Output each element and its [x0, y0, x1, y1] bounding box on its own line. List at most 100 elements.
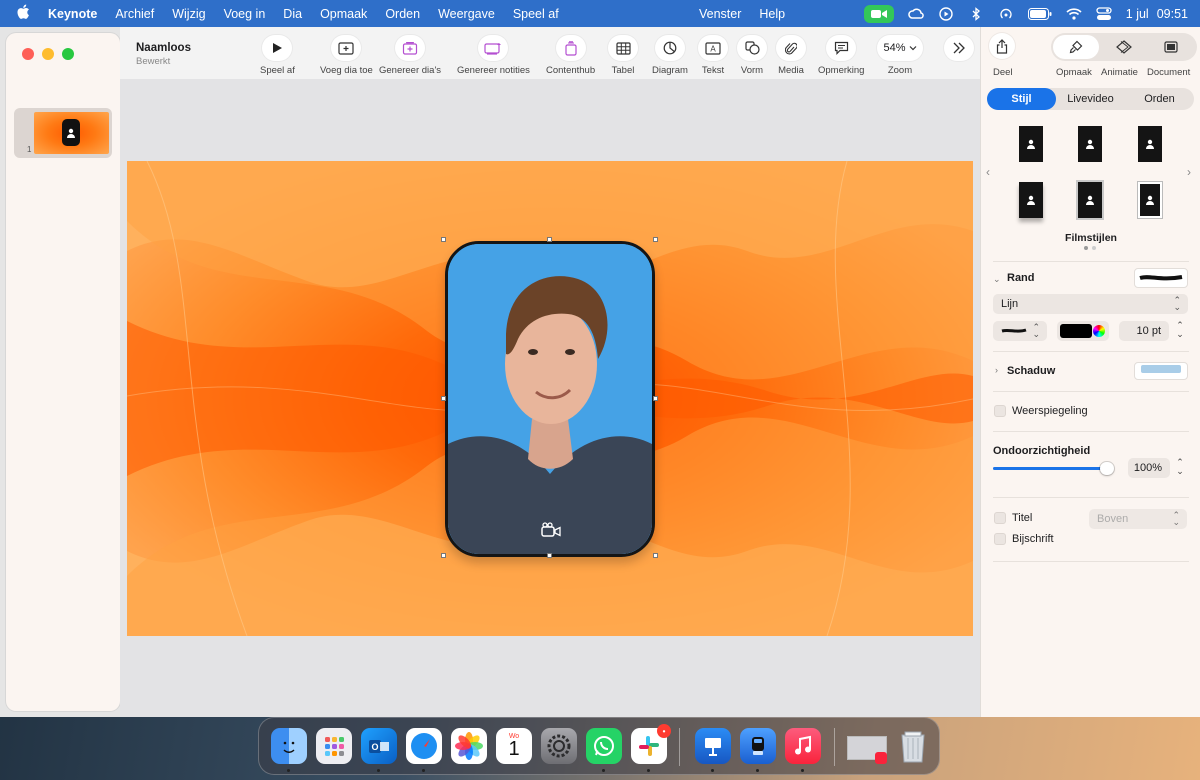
title-position-select[interactable]: Boven ⌃ ⌄ — [1089, 509, 1187, 529]
border-preview[interactable] — [1134, 268, 1188, 288]
border-width-stepper[interactable]: ⌃ ⌄ — [1173, 321, 1187, 339]
tab-stijl[interactable]: Stijl — [987, 88, 1056, 110]
contenthub-button[interactable]: Contenthub — [546, 35, 595, 76]
menu-orden[interactable]: Orden — [385, 7, 420, 21]
selection-handle-bottom[interactable] — [547, 553, 552, 558]
border-width-field[interactable]: 10 pt — [1119, 321, 1169, 341]
generate-slides-button[interactable]: Genereer dia's — [379, 35, 441, 76]
shape-button[interactable]: Vorm — [737, 35, 767, 76]
fullscreen-window-button[interactable] — [62, 48, 74, 60]
share-button[interactable] — [989, 33, 1015, 59]
menu-app-name[interactable]: Keynote — [48, 7, 97, 21]
whatsapp-icon[interactable] — [586, 728, 622, 764]
safari-icon[interactable] — [406, 728, 442, 764]
generate-notes-button[interactable]: Genereer notities — [457, 35, 530, 76]
slack-icon[interactable]: • — [631, 724, 671, 764]
chevron-down-icon[interactable]: ⌄ — [993, 274, 1001, 285]
calendar-icon[interactable]: Wo 1 — [496, 728, 532, 764]
close-window-button[interactable] — [22, 48, 34, 60]
trash-icon[interactable] — [895, 728, 931, 764]
reflection-checkbox[interactable] — [994, 405, 1006, 417]
menu-venster[interactable]: Venster — [699, 7, 741, 21]
menu-help[interactable]: Help — [759, 7, 785, 21]
table-button[interactable]: Tabel — [608, 35, 638, 76]
selection-handle-top[interactable] — [547, 237, 552, 242]
format-mode-button[interactable] — [1053, 35, 1099, 59]
wifi-icon[interactable] — [1066, 6, 1082, 22]
play-button[interactable]: Speel af — [260, 35, 295, 76]
tab-orden[interactable]: Orden — [1125, 88, 1194, 110]
tab-livevideo[interactable]: Livevideo — [1056, 88, 1125, 110]
opacity-slider[interactable] — [993, 462, 1114, 475]
live-video-portrait[interactable] — [445, 241, 655, 557]
bluetooth-icon[interactable] — [968, 6, 984, 22]
opacity-slider-knob[interactable] — [1100, 462, 1114, 475]
comment-button[interactable]: Opmerking — [818, 35, 864, 76]
slide-canvas[interactable] — [120, 79, 980, 717]
menu-opmaak[interactable]: Opmaak — [320, 7, 367, 21]
caption-checkbox[interactable] — [994, 533, 1006, 545]
slide-thumbnail-image[interactable] — [34, 112, 109, 154]
text-button[interactable]: A Tekst — [698, 35, 728, 76]
opacity-stepper[interactable]: ⌃ ⌄ — [1173, 458, 1187, 476]
finder-icon[interactable] — [271, 728, 307, 764]
zoom-control[interactable]: 54% Zoom — [877, 35, 923, 76]
caption-label[interactable]: Bijschrift — [1012, 533, 1054, 545]
control-center-icon[interactable] — [1096, 6, 1112, 22]
music-icon[interactable] — [785, 728, 821, 764]
selection-handle-top-right[interactable] — [653, 237, 658, 242]
airdrop-icon[interactable] — [998, 6, 1014, 22]
style-preset-3[interactable] — [1138, 126, 1162, 162]
selection-handle-left[interactable] — [441, 396, 446, 401]
battery-icon[interactable] — [1027, 6, 1052, 22]
menubar-time[interactable]: 09:51 — [1157, 7, 1188, 21]
chevron-right-icon[interactable]: › — [995, 365, 998, 375]
marker-icon[interactable] — [740, 728, 776, 764]
outlook-icon[interactable]: O — [361, 728, 397, 764]
photos-icon[interactable] — [451, 728, 487, 764]
facetime-icon[interactable] — [863, 4, 894, 23]
apple-menu-icon[interactable] — [16, 4, 32, 23]
opacity-field[interactable]: 100% — [1128, 458, 1170, 478]
zoom-select[interactable]: 54% — [877, 35, 923, 61]
media-button[interactable]: Media — [776, 35, 806, 76]
style-preset-2[interactable] — [1078, 126, 1102, 162]
keynote-icon[interactable] — [695, 728, 731, 764]
menu-archief[interactable]: Archief — [115, 7, 154, 21]
menu-weergave[interactable]: Weergave — [438, 7, 495, 21]
video-camera-icon[interactable] — [541, 522, 561, 538]
title-checkbox[interactable] — [994, 512, 1006, 524]
style-preset-1[interactable] — [1019, 126, 1043, 162]
selection-handle-top-left[interactable] — [441, 237, 446, 242]
document-title[interactable]: Naamloos — [136, 42, 191, 54]
menu-voeg-in[interactable]: Voeg in — [224, 7, 266, 21]
add-slide-button[interactable]: Voeg dia toe — [320, 35, 373, 76]
menubar-date[interactable]: 1 jul — [1126, 7, 1149, 21]
settings-icon[interactable] — [541, 728, 577, 764]
border-section-label[interactable]: Rand — [1007, 272, 1035, 284]
style-preset-6[interactable] — [1137, 181, 1163, 219]
border-type-select[interactable]: Lijn ⌃ ⌄ — [993, 294, 1188, 314]
border-line-style-select[interactable]: ⌃ ⌄ — [993, 321, 1047, 341]
border-color-well[interactable] — [1057, 321, 1109, 341]
selection-handle-bottom-left[interactable] — [441, 553, 446, 558]
menu-speel-af[interactable]: Speel af — [513, 7, 559, 21]
styles-previous-icon[interactable]: ‹ — [986, 165, 990, 179]
style-preset-5[interactable] — [1076, 180, 1104, 220]
recent-document-icon[interactable] — [847, 728, 887, 764]
play-circle-icon[interactable] — [938, 6, 954, 22]
shadow-preview[interactable] — [1134, 362, 1188, 380]
slide[interactable] — [127, 161, 973, 636]
styles-next-icon[interactable]: › — [1187, 165, 1191, 179]
reflection-label[interactable]: Weerspiegeling — [1012, 405, 1088, 417]
minimize-window-button[interactable] — [42, 48, 54, 60]
document-mode-button[interactable] — [1148, 35, 1194, 59]
menu-wijzig[interactable]: Wijzig — [172, 7, 205, 21]
title-label[interactable]: Titel — [1012, 512, 1032, 524]
toolbar-overflow-button[interactable] — [944, 35, 974, 61]
color-wheel-icon[interactable] — [1093, 325, 1105, 337]
chart-button[interactable]: Diagram — [652, 35, 688, 76]
style-preset-4[interactable] — [1019, 182, 1043, 218]
menu-dia[interactable]: Dia — [283, 7, 302, 21]
animate-mode-button[interactable] — [1101, 35, 1147, 59]
